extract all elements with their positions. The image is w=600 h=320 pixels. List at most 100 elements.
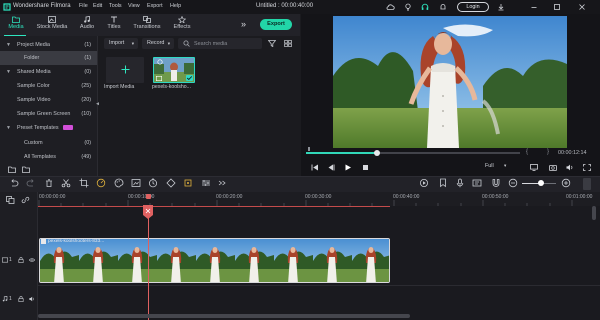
timeline-panel-toggle[interactable]: [583, 178, 591, 190]
redo-icon[interactable]: [26, 178, 36, 188]
audio-adjust-icon[interactable]: [201, 178, 211, 188]
lock-icon[interactable]: [18, 296, 24, 302]
import-dropdown[interactable]: Import ▾: [104, 38, 138, 49]
snapshot-camera-icon[interactable]: [549, 164, 557, 171]
link-icon[interactable]: [21, 196, 30, 204]
menu-export[interactable]: Export: [147, 3, 163, 9]
new-badge: [63, 125, 73, 130]
sidebar-item-project-media[interactable]: ▼ Project Media (1): [0, 38, 97, 52]
menu-view[interactable]: View: [128, 3, 140, 9]
sidebar-item-count: (0): [84, 69, 91, 75]
sidebar-item-folder[interactable]: Folder (1): [0, 51, 97, 65]
media-clip-thumbnail[interactable]: [153, 57, 195, 83]
ruler-label: 00:00:50:00: [482, 194, 509, 200]
timeline-horizontal-scrollbar[interactable]: [38, 314, 410, 318]
more-tools-icon[interactable]: [217, 178, 227, 188]
timeline-video-clip[interactable]: [39, 238, 390, 283]
expand-tabs-icon[interactable]: »: [241, 20, 250, 29]
filter-icon[interactable]: [268, 40, 276, 47]
folder-icon[interactable]: [22, 166, 30, 173]
export-button[interactable]: Export: [260, 19, 292, 30]
sidebar-item-preset-templates[interactable]: ▼ Preset Templates: [0, 121, 97, 135]
close-icon[interactable]: [578, 3, 586, 11]
tab-media-label: Media: [8, 24, 24, 30]
speaker-icon[interactable]: [29, 296, 35, 302]
login-button[interactable]: Login: [457, 2, 489, 12]
grid-view-icon[interactable]: [284, 40, 292, 47]
tab-stock-media[interactable]: Stock Media: [36, 14, 68, 36]
check-icon: [186, 75, 193, 81]
notification-icon[interactable]: [439, 3, 447, 11]
sidebar-item-count: (49): [81, 154, 91, 160]
zoom-dropdown[interactable]: Full ▾: [485, 163, 515, 172]
preview-progress-fill: [306, 152, 377, 154]
new-folder-icon[interactable]: [8, 166, 16, 173]
speed-icon[interactable]: [96, 178, 106, 188]
sidebar-item-sample-video[interactable]: Sample Video (20): [0, 93, 97, 107]
tab-titles[interactable]: Titles: [100, 14, 128, 36]
sidebar-item-sample-green-screen[interactable]: Sample Green Screen (10): [0, 107, 97, 121]
import-media-tile[interactable]: [106, 57, 144, 83]
zoom-out-icon[interactable]: [508, 178, 518, 188]
mark-in-bracket-icon[interactable]: {: [526, 149, 528, 155]
eye-icon[interactable]: [29, 257, 35, 263]
render-preview-icon[interactable]: [419, 178, 429, 188]
zoom-in-icon[interactable]: [561, 178, 571, 188]
chevron-down-icon: ▾: [504, 163, 507, 168]
search-input[interactable]: Search media: [178, 38, 262, 49]
timeline-zoom-handle[interactable]: [538, 180, 544, 186]
step-back-icon[interactable]: [311, 164, 319, 171]
sidebar-item-custom[interactable]: Custom (0): [0, 136, 97, 150]
monitor-icon[interactable]: [530, 164, 538, 171]
sidebar-item-count: (1): [84, 42, 91, 48]
in-point-marker[interactable]: [308, 147, 310, 151]
lightbulb-icon[interactable]: [404, 3, 412, 11]
tab-transitions[interactable]: Transitions: [130, 14, 164, 36]
mark-out-bracket-icon[interactable]: }: [547, 149, 549, 155]
download-icon[interactable]: [497, 3, 505, 11]
menu-edit[interactable]: Edit: [93, 3, 102, 9]
stop-icon[interactable]: [362, 164, 369, 171]
playhead-handle[interactable]: [142, 204, 154, 220]
record-dropdown-label: Record: [147, 40, 165, 46]
tab-media[interactable]: Media: [1, 14, 31, 36]
volume-icon[interactable]: [566, 164, 574, 171]
keyframe-icon[interactable]: [166, 178, 176, 188]
track-divider: [38, 285, 600, 286]
headset-icon[interactable]: [421, 3, 429, 11]
sidebar-item-sample-color[interactable]: Sample Color (25): [0, 79, 97, 93]
preview-scrub-handle[interactable]: [373, 150, 380, 156]
ruler-label: 00:00:30:00: [305, 194, 332, 200]
split-scissors-icon[interactable]: [61, 178, 71, 188]
add-track-icon[interactable]: [6, 196, 15, 204]
lock-icon[interactable]: [18, 257, 24, 263]
tab-effects[interactable]: Effects: [167, 14, 197, 36]
microphone-icon[interactable]: [455, 178, 465, 188]
play-reverse-icon[interactable]: [327, 164, 335, 171]
play-icon[interactable]: [344, 164, 352, 171]
timeline-vertical-scrollbar[interactable]: [592, 206, 596, 220]
marker-icon[interactable]: [438, 178, 448, 188]
menu-file[interactable]: File: [79, 3, 88, 9]
delete-icon[interactable]: [44, 178, 54, 188]
green-screen-icon[interactable]: [131, 178, 141, 188]
sidebar-item-all-templates[interactable]: All Templates (49): [0, 150, 97, 164]
undo-icon[interactable]: [9, 178, 19, 188]
sidebar-item-label: Project Media: [17, 42, 50, 48]
fullscreen-icon[interactable]: [583, 164, 591, 171]
record-dropdown[interactable]: Record ▾: [142, 38, 174, 49]
snap-magnet-icon[interactable]: [491, 178, 501, 188]
sidebar-item-shared-media[interactable]: ▼ Shared Media (0): [0, 65, 97, 79]
voiceover-icon[interactable]: [472, 178, 482, 188]
menu-help[interactable]: Help: [170, 3, 181, 9]
minimize-icon[interactable]: [530, 3, 538, 11]
motion-tracking-icon[interactable]: [183, 178, 193, 188]
duration-clock-icon[interactable]: [148, 178, 158, 188]
maximize-icon[interactable]: [553, 3, 561, 11]
cloud-icon[interactable]: [386, 3, 395, 11]
crop-icon[interactable]: [79, 178, 89, 188]
timeline-clip-title: pexels-koolshooters-833...: [48, 239, 105, 244]
tab-audio[interactable]: Audio: [73, 14, 101, 36]
color-palette-icon[interactable]: [114, 178, 124, 188]
menu-tools[interactable]: Tools: [109, 3, 122, 9]
